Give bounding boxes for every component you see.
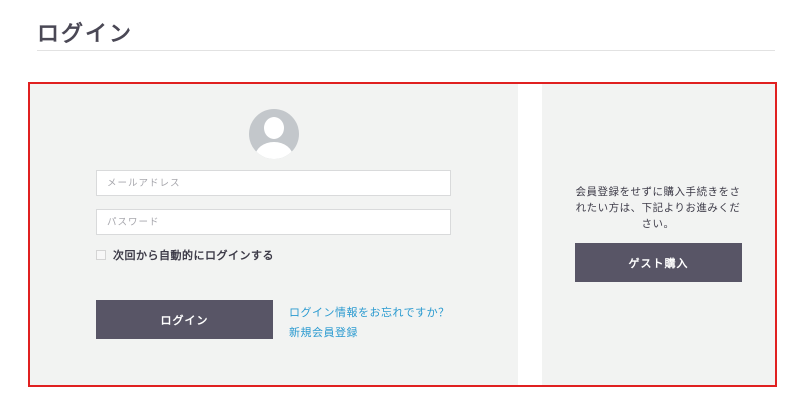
register-link[interactable]: 新規会員登録 — [289, 324, 358, 340]
login-button[interactable]: ログイン — [96, 300, 273, 339]
forgot-password-link[interactable]: ログイン情報をお忘れですか？ — [289, 304, 450, 320]
title-divider — [37, 50, 775, 51]
guest-purchase-button[interactable]: ゲスト購入 — [575, 243, 742, 282]
guest-description: 会員登録をせずに購入手続きをされたい方は、下記よりお進みください。 — [575, 186, 741, 230]
remember-me-checkbox[interactable] — [96, 250, 106, 260]
email-input[interactable] — [96, 170, 451, 196]
page-title: ログイン — [37, 22, 134, 47]
remember-me-label: 次回から自動的にログインする — [113, 249, 274, 262]
user-avatar-icon — [249, 109, 299, 159]
avatar-head — [264, 117, 284, 139]
password-input[interactable] — [96, 209, 451, 235]
remember-me-row[interactable]: 次回から自動的にログインする — [96, 248, 274, 262]
avatar-shoulders — [255, 142, 293, 159]
